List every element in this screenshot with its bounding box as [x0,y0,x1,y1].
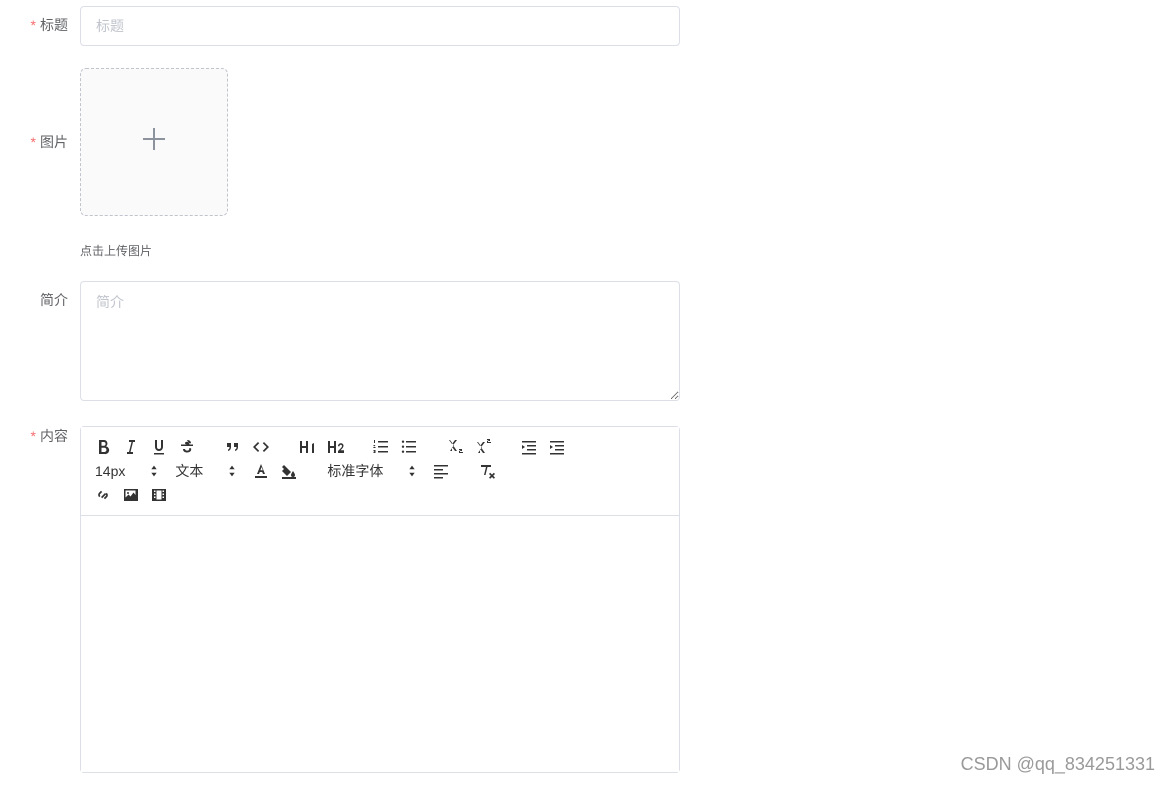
h2-button[interactable] [323,435,347,459]
image-control: 点击上传图片 [80,68,680,259]
superscript-button[interactable] [471,435,495,459]
title-row: 标题 [0,6,1171,46]
clear-format-button[interactable] [475,459,499,483]
italic-button[interactable] [119,435,143,459]
editor-toolbar: 14px 文本 标准字体 [81,427,679,516]
outdent-button[interactable] [517,435,541,459]
title-control [80,6,680,46]
watermark: CSDN @qq_834251331 [961,754,1155,775]
image-row: 图片 点击上传图片 [0,68,1171,259]
image-upload-hint: 点击上传图片 [80,242,680,259]
font-family-label: 标准字体 [327,461,383,481]
indent-button[interactable] [545,435,569,459]
strike-button[interactable] [175,435,199,459]
underline-button[interactable] [147,435,171,459]
summary-control [80,281,680,404]
image-label: 图片 [0,68,80,152]
text-type-label: 文本 [175,461,203,481]
image-upload-box[interactable] [80,68,228,216]
caret-icon [407,463,417,479]
unordered-list-button[interactable] [397,435,421,459]
font-color-button[interactable] [249,459,273,483]
bg-color-button[interactable] [277,459,301,483]
content-row: 内容 [0,426,1171,773]
link-button[interactable] [91,483,115,507]
font-size-select[interactable]: 14px [91,463,163,479]
subscript-button[interactable] [443,435,467,459]
title-label: 标题 [0,6,80,35]
content-label: 内容 [0,426,80,446]
ordered-list-button[interactable] [369,435,393,459]
caret-icon [227,463,237,479]
editor-content[interactable] [81,516,679,772]
font-size-label: 14px [95,463,125,479]
code-button[interactable] [249,435,273,459]
title-input[interactable] [80,6,680,46]
plus-icon [140,125,168,160]
h1-button[interactable] [295,435,319,459]
content-control: 14px 文本 标准字体 [80,426,680,773]
video-button[interactable] [147,483,171,507]
bold-button[interactable] [91,435,115,459]
summary-row: 简介 [0,281,1171,404]
caret-icon [149,463,159,479]
font-family-select[interactable]: 标准字体 [323,461,421,481]
align-button[interactable] [429,459,453,483]
text-type-select[interactable]: 文本 [171,461,241,481]
quote-button[interactable] [221,435,245,459]
summary-input[interactable] [80,281,680,401]
summary-label: 简介 [0,281,80,310]
image-button[interactable] [119,483,143,507]
editor: 14px 文本 标准字体 [80,426,680,773]
